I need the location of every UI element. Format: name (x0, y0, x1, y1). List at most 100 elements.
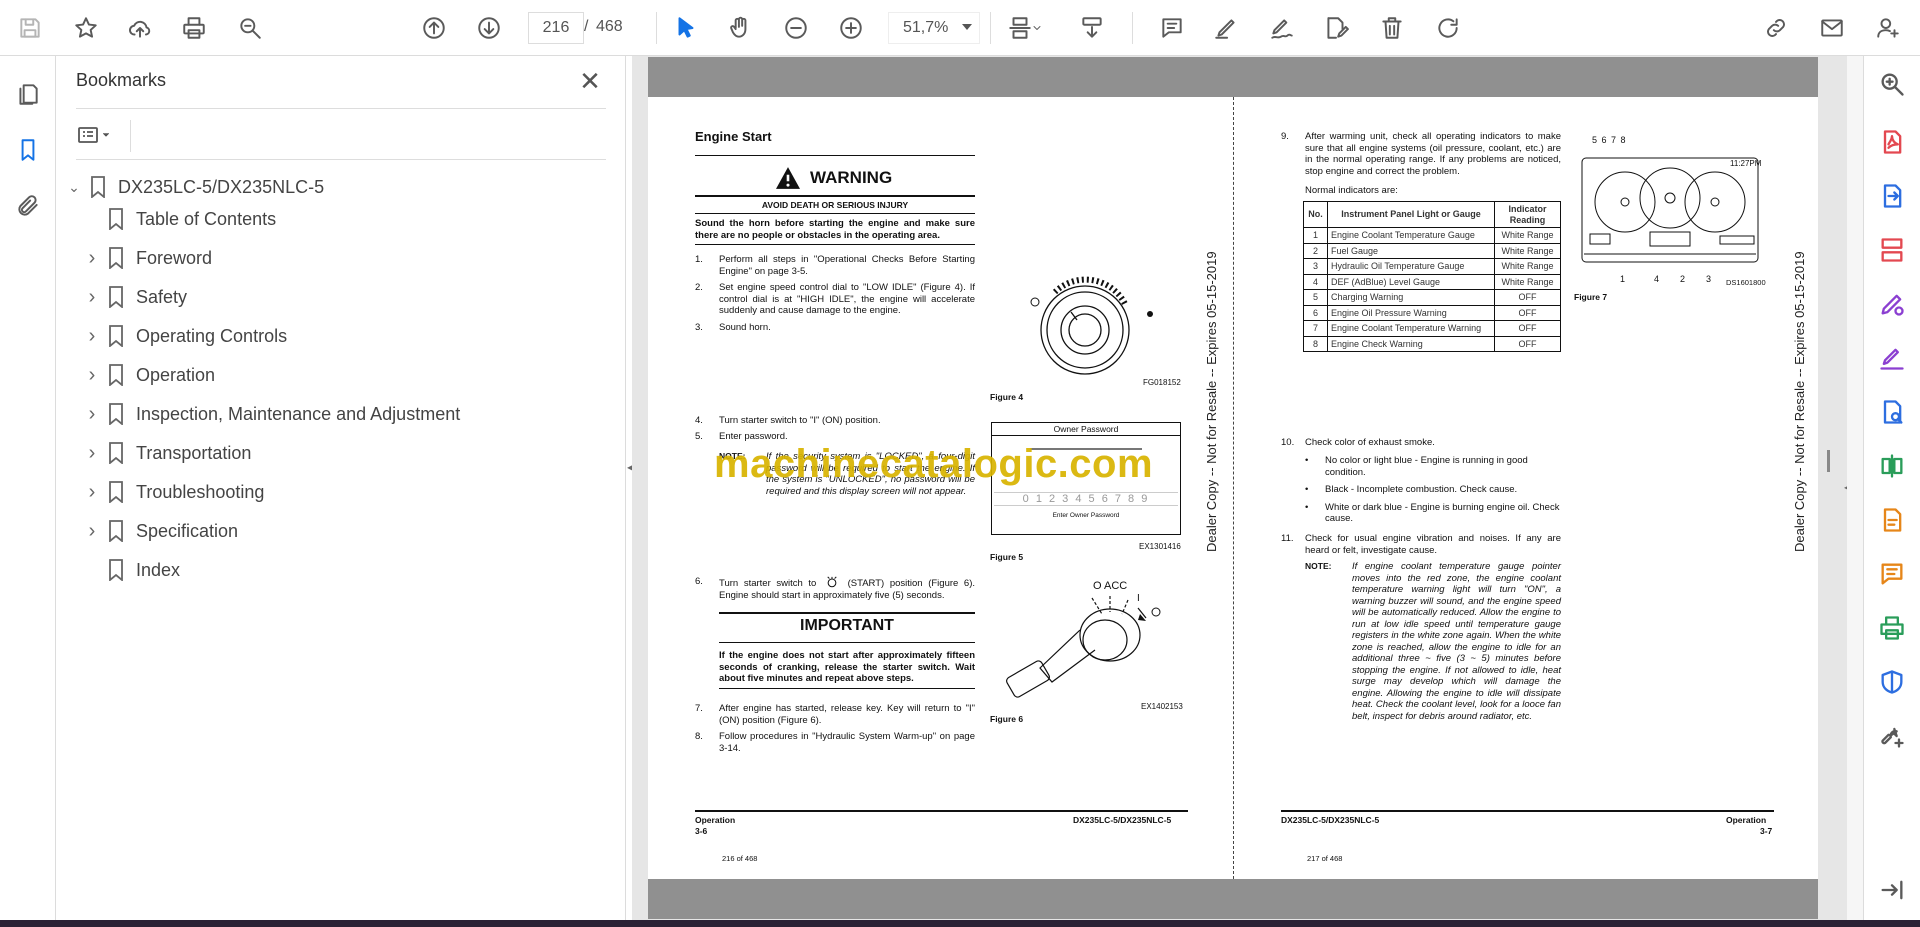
highlight-pen-icon[interactable] (1208, 10, 1244, 46)
user-add-icon[interactable] (1870, 10, 1906, 46)
zoom-in-icon[interactable] (833, 10, 869, 46)
email-icon[interactable] (1814, 10, 1850, 46)
chevron-right-icon[interactable]: › (82, 364, 102, 387)
edit-pdf-icon[interactable] (1876, 288, 1908, 320)
table-cell: 4 (1303, 273, 1328, 290)
cloud-upload-icon[interactable] (122, 10, 158, 46)
bookmark-label: Specification (136, 520, 239, 541)
share-link-icon[interactable] (1758, 10, 1794, 46)
table-cell: 5 (1303, 289, 1328, 306)
tools-rail (1863, 56, 1920, 920)
organize-pages-icon[interactable] (1876, 234, 1908, 266)
zoom-search-icon[interactable] (232, 10, 268, 46)
table-header: Indicator Reading (1494, 201, 1561, 228)
more-tools-icon[interactable] (1876, 720, 1908, 752)
attachment-paperclip-icon[interactable] (10, 188, 46, 224)
comment-tool-icon[interactable] (1876, 558, 1908, 590)
bullet-text: White or dark blue - Engine is burning e… (1325, 501, 1560, 525)
bookmark-item[interactable]: Index (82, 555, 180, 585)
bookmark-item[interactable]: › Safety (82, 282, 187, 312)
divider (76, 108, 606, 109)
save-icon[interactable] (12, 10, 48, 46)
bookmark-item[interactable]: › Transportation (82, 438, 251, 468)
bookmark-options-button[interactable] (76, 120, 124, 150)
bookmark-label: Safety (136, 286, 188, 307)
compare-files-icon[interactable] (1876, 450, 1908, 482)
next-page-icon[interactable] (471, 10, 507, 46)
bookmark-item[interactable]: › Operation (82, 360, 215, 390)
rotate-icon[interactable] (1430, 10, 1466, 46)
bookmark-icon (108, 286, 124, 309)
export-pdf-icon[interactable] (1876, 180, 1908, 212)
chevron-right-icon[interactable]: › (82, 520, 102, 543)
bullet-text: Black - Incomplete combustion. Check cau… (1325, 484, 1518, 495)
protect-shield-icon[interactable] (1876, 666, 1908, 698)
step-number: 9. (1281, 131, 1289, 142)
page-thumbnails-icon[interactable] (10, 76, 46, 112)
hand-tool-icon[interactable] (722, 10, 758, 46)
bookmark-root[interactable]: ⌄ DX235LC-5/DX235NLC-5 (64, 172, 324, 202)
figure-callout: 3 (1706, 274, 1712, 284)
zoom-out-icon[interactable] (778, 10, 814, 46)
bookmark-label: Table of Contents (136, 208, 277, 229)
divider (76, 159, 606, 160)
table-cell: White Range (1494, 227, 1561, 244)
main-toolbar: 216 / 468 51,7% (0, 0, 1920, 56)
figure-caption: Figure 6 (990, 714, 1024, 724)
collapse-tools-icon[interactable] (1876, 874, 1908, 906)
bookmark-icon[interactable] (10, 132, 46, 168)
bookmark-item[interactable]: › Inspection, Maintenance and Adjustment (82, 399, 460, 429)
bookmark-item[interactable]: Table of Contents (82, 204, 276, 234)
footer-model: DX235LC-5/DX235NLC-5 (1281, 815, 1380, 825)
bookmark-item[interactable]: › Specification (82, 516, 238, 546)
bookmark-item[interactable]: › Troubleshooting (82, 477, 264, 507)
chevron-right-icon[interactable]: › (82, 403, 102, 426)
table-row: 1 Engine Coolant Temperature Gauge White R… (1303, 227, 1561, 244)
chevron-right-icon[interactable]: › (82, 481, 102, 504)
comment-icon[interactable] (1154, 10, 1190, 46)
draw-signature-icon[interactable] (1264, 10, 1300, 46)
close-icon[interactable]: ✕ (576, 68, 604, 96)
scan-ocr-icon[interactable] (1876, 504, 1908, 536)
print-icon[interactable] (176, 10, 212, 46)
table-cell: OFF (1494, 335, 1561, 352)
star-icon[interactable] (68, 10, 104, 46)
figure-callouts-bottom: 1 4 2 3 (1620, 274, 1740, 286)
chevron-right-icon[interactable]: › (82, 325, 102, 348)
warning-text: Sound the horn before starting the engin… (695, 218, 975, 241)
bookmark-icon (108, 442, 124, 465)
bookmark-item[interactable]: › Operating Controls (82, 321, 287, 351)
table-header: No. (1303, 201, 1328, 228)
panel-title: Bookmarks (76, 70, 167, 90)
chevron-down-icon[interactable] (962, 24, 972, 30)
page-of-label: 216 of 468 (722, 854, 758, 863)
zoom-search-icon[interactable] (1876, 68, 1908, 100)
scroll-mode-icon[interactable] (1074, 10, 1110, 46)
bookmark-item[interactable]: › Foreword (82, 243, 212, 273)
bookmarks-panel: Bookmarks ✕ ⌄ DX235LC-5/DX235NLC-5 Table… (56, 56, 626, 920)
bookmark-icon (90, 176, 106, 199)
page-number-input[interactable]: 216 (528, 12, 584, 44)
fill-sign-icon[interactable] (1876, 342, 1908, 374)
chevron-down-icon[interactable] (1028, 10, 1046, 46)
vertical-scrollbar[interactable] (1847, 56, 1863, 920)
table-header: Instrument Panel Light or Gauge (1327, 201, 1495, 228)
select-cursor-icon[interactable] (668, 10, 704, 46)
table-row: 5 Charging Warning OFF (1303, 289, 1561, 306)
edit-text-icon[interactable] (1318, 10, 1354, 46)
warning-subtitle: AVOID DEATH OR SERIOUS INJURY (761, 200, 909, 210)
print-production-icon[interactable] (1876, 612, 1908, 644)
chevron-right-icon[interactable]: › (82, 286, 102, 309)
chevron-down-icon[interactable]: ⌄ (64, 179, 84, 196)
figure-callouts-top: 5 6 7 8 (1592, 135, 1627, 145)
chevron-right-icon[interactable]: › (82, 247, 102, 270)
bookmark-icon (108, 208, 124, 231)
delete-trash-icon[interactable] (1374, 10, 1410, 46)
chevron-right-icon[interactable]: › (82, 442, 102, 465)
request-signature-icon[interactable] (1876, 396, 1908, 428)
previous-page-icon[interactable] (416, 10, 452, 46)
taskbar-edge (0, 920, 1920, 927)
create-pdf-icon[interactable] (1876, 126, 1908, 158)
scroll-grip[interactable] (1827, 450, 1830, 472)
step-number: 3. (695, 321, 703, 333)
